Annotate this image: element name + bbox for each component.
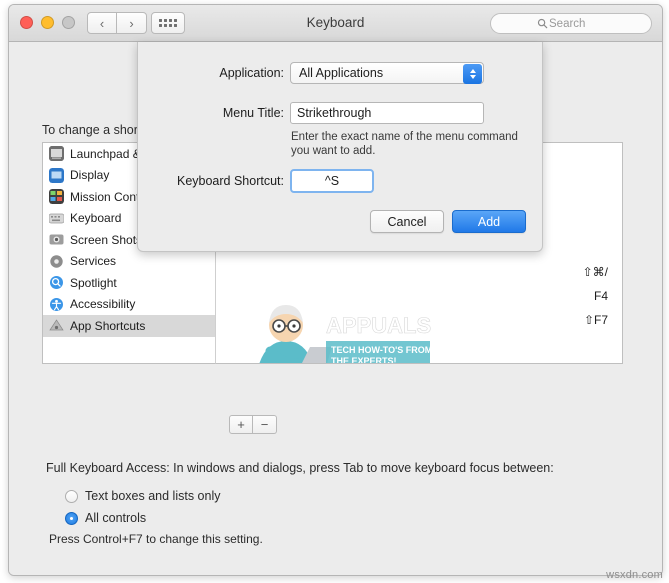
menu-title-label: Menu Title: bbox=[222, 106, 284, 120]
add-shortcut-dialog: Application: All Applications Menu Title… bbox=[137, 42, 543, 252]
appuals-watermark-illustration: APPUALS TECH HOW-TO'S FROM THE EXPERTS! bbox=[259, 305, 432, 364]
site-watermark: wsxdn.com bbox=[606, 569, 663, 581]
keyboard-shortcut-input[interactable]: ^S bbox=[290, 169, 374, 193]
radio-icon-selected bbox=[65, 511, 78, 525]
svg-text:TECH HOW-TO'S FROM: TECH HOW-TO'S FROM bbox=[331, 345, 432, 355]
sidebar-item-app-shortcuts[interactable]: App Shortcuts bbox=[43, 315, 215, 337]
radio-label: Text boxes and lists only bbox=[85, 489, 221, 503]
keyboard-shortcut-value: ^S bbox=[324, 174, 340, 188]
services-icon bbox=[49, 254, 64, 269]
press-control-f7-hint: Press Control+F7 to change this setting. bbox=[49, 532, 263, 546]
cancel-button[interactable]: Cancel bbox=[370, 210, 444, 233]
list-item-label: Accessibility bbox=[70, 297, 136, 312]
shortcut-key: ⇧F7 bbox=[583, 313, 608, 327]
shortcut-key: F4 bbox=[593, 289, 608, 303]
add-shortcut-button[interactable]: + bbox=[229, 415, 253, 434]
list-item[interactable]: Spotlight bbox=[43, 272, 215, 294]
list-item-label: Keyboard bbox=[70, 211, 122, 226]
list-item[interactable]: Accessibility bbox=[43, 294, 215, 316]
display-icon bbox=[49, 167, 64, 183]
shortcut-key: ⇧⌘/ bbox=[582, 265, 608, 279]
application-label: Application: bbox=[219, 66, 284, 80]
radio-text-boxes-and-lists[interactable]: Text boxes and lists only bbox=[65, 485, 221, 507]
menu-title-input[interactable]: Strikethrough bbox=[290, 102, 484, 124]
menu-title-value: Strikethrough bbox=[297, 106, 372, 120]
list-item[interactable]: Services bbox=[43, 251, 215, 273]
svg-text:APPUALS: APPUALS bbox=[326, 313, 431, 338]
keyboard-preferences-window: ‹ › Keyboard Search To change a shortcut… bbox=[8, 4, 663, 576]
chevron-updown-icon bbox=[463, 64, 482, 84]
search-input[interactable]: Search bbox=[490, 13, 652, 34]
keyboard-shortcut-label: Keyboard Shortcut: bbox=[176, 174, 284, 188]
radio-all-controls[interactable]: All controls bbox=[65, 507, 221, 529]
list-item-label: Services bbox=[70, 254, 117, 269]
launchpad-icon bbox=[49, 146, 64, 162]
screenshot-icon bbox=[49, 232, 64, 247]
list-item-label: Display bbox=[70, 168, 110, 183]
add-button[interactable]: Add bbox=[452, 210, 526, 233]
svg-text:THE EXPERTS!: THE EXPERTS! bbox=[331, 356, 397, 364]
list-item-label: Screen Shots bbox=[70, 232, 143, 247]
full-keyboard-access-options: Text boxes and lists only All controls bbox=[65, 485, 221, 529]
application-selected-value: All Applications bbox=[299, 66, 384, 80]
add-remove-buttons: + − bbox=[229, 415, 277, 434]
mission-control-icon bbox=[49, 189, 64, 205]
application-select[interactable]: All Applications bbox=[290, 62, 484, 84]
accessibility-icon bbox=[49, 297, 64, 312]
app-shortcuts-icon bbox=[49, 318, 64, 333]
list-item-label: App Shortcuts bbox=[70, 318, 146, 333]
spotlight-icon bbox=[49, 275, 64, 290]
list-item-label: Spotlight bbox=[70, 275, 117, 290]
menu-title-hint: Enter the exact name of the menu command… bbox=[291, 131, 518, 157]
radio-icon bbox=[65, 489, 78, 503]
full-keyboard-access-label: Full Keyboard Access: In windows and dia… bbox=[46, 461, 554, 475]
search-placeholder: Search bbox=[549, 17, 586, 30]
radio-label: All controls bbox=[85, 511, 147, 525]
search-icon bbox=[537, 18, 548, 29]
remove-shortcut-button[interactable]: − bbox=[253, 415, 277, 434]
window-titlebar: ‹ › Keyboard Search bbox=[9, 5, 662, 42]
keyboard-icon bbox=[49, 211, 64, 226]
